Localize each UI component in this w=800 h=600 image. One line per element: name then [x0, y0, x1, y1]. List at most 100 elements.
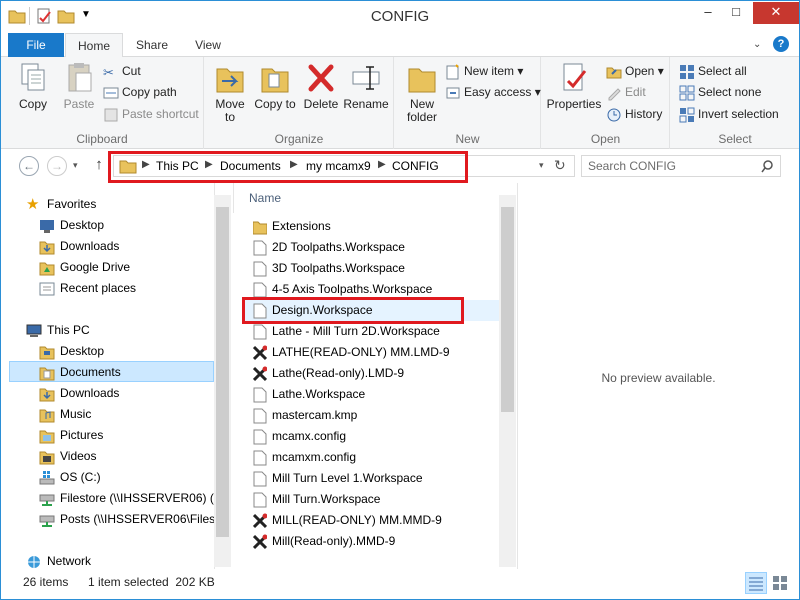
paste-shortcut-button[interactable]: Paste shortcut	[103, 105, 199, 125]
title-bar: ▼ CONFIG – □ ✕	[1, 1, 799, 32]
tab-share[interactable]: Share	[125, 33, 179, 57]
nav-fav-downloads[interactable]: Downloads	[1, 236, 215, 257]
nav-scrollbar-thumb[interactable]	[216, 207, 229, 537]
list-item[interactable]: mastercam.kmp	[245, 405, 499, 426]
invert-selection-icon	[679, 107, 695, 123]
list-item[interactable]: mcamx.config	[245, 426, 499, 447]
nav-fav-recent-places[interactable]: Recent places	[1, 278, 215, 299]
tab-view[interactable]: View	[182, 33, 234, 57]
maximize-button[interactable]: □	[723, 2, 749, 24]
history-button[interactable]: History	[606, 105, 662, 125]
file-name: mastercam.kmp	[272, 408, 358, 422]
copy-to-button[interactable]: Copy to	[253, 61, 297, 111]
file-name: Mill(Read-only).MMD-9	[272, 534, 396, 548]
refresh-icon[interactable]: ↻	[554, 157, 566, 174]
nav-fav-google-drive[interactable]: Google Drive	[1, 257, 215, 278]
list-item[interactable]: Lathe - Mill Turn 2D.Workspace	[245, 321, 499, 342]
nav-pc-downloads[interactable]: Downloads	[1, 383, 215, 404]
list-item[interactable]: 2D Toolpaths.Workspace	[245, 237, 499, 258]
paste-button[interactable]: Paste	[57, 61, 101, 111]
delete-button[interactable]: Delete	[301, 61, 341, 111]
back-arrow-icon[interactable]: ←	[19, 156, 39, 176]
list-item[interactable]: 3D Toolpaths.Workspace	[245, 258, 499, 279]
nav-pc-music[interactable]: Music	[1, 404, 215, 425]
properties-label: Properties	[546, 97, 602, 111]
address-dropdown-icon[interactable]: ▾	[539, 160, 544, 171]
open-button[interactable]: Open ▾	[606, 62, 664, 82]
close-button[interactable]: ✕	[753, 2, 799, 24]
select-all-button[interactable]: Select all	[679, 62, 747, 82]
open-title: Open	[590, 132, 621, 146]
recent-locations-icon[interactable]: ▾	[73, 160, 78, 171]
easy-access-button[interactable]: Easy access ▾	[445, 83, 541, 103]
network-icon	[28, 555, 40, 568]
list-item[interactable]: Lathe.Workspace	[245, 384, 499, 405]
list-item[interactable]: Extensions	[245, 216, 499, 237]
nav-pc-desktop[interactable]: Desktop	[1, 341, 215, 362]
nav-pc-videos[interactable]: Videos	[1, 446, 215, 467]
file-icon	[253, 429, 267, 445]
nav-pc-os-drive[interactable]: OS (C:)	[1, 467, 215, 488]
file-icon	[253, 387, 267, 403]
item-count: 26 items	[23, 575, 69, 589]
select-title: Select	[718, 132, 752, 146]
copy-button[interactable]: Copy	[11, 61, 55, 111]
list-item[interactable]: Lathe(Read-only).LMD-9	[245, 363, 499, 384]
file-icon	[253, 492, 267, 508]
file-name: Extensions	[272, 219, 331, 233]
new-item-icon	[446, 64, 459, 80]
new-item-button[interactable]: New item ▾	[445, 62, 523, 82]
details-view-icon[interactable]	[745, 572, 767, 594]
list-item[interactable]: MILL(READ-ONLY) MM.MMD-9	[245, 510, 499, 531]
nav-pc-pictures-label: Pictures	[60, 428, 104, 442]
select-none-label: Select none	[698, 85, 762, 99]
file-list-scrollbar-thumb[interactable]	[501, 207, 514, 412]
nav-pc-posts[interactable]: Posts (\\IHSSERVER06\Filestore)	[1, 509, 215, 530]
downloads-folder-icon	[39, 388, 55, 402]
nav-favorites[interactable]: ★ Favorites	[26, 194, 206, 215]
nav-pc-posts-label: Posts (\\IHSSERVER06\Filestore)	[60, 512, 215, 526]
invert-selection-button[interactable]: Invert selection	[679, 105, 779, 125]
cut-label: Cut	[122, 64, 141, 78]
edit-button[interactable]: Edit	[606, 83, 646, 103]
move-to-button[interactable]: Move to	[209, 61, 251, 124]
nav-pc-documents[interactable]: Documents	[9, 361, 214, 382]
list-item[interactable]: Mill Turn.Workspace	[245, 489, 499, 510]
list-item[interactable]: LATHE(READ-ONLY) MM.LMD-9	[245, 342, 499, 363]
select-none-button[interactable]: Select none	[679, 83, 761, 103]
search-input[interactable]: Search CONFIG	[588, 159, 676, 173]
list-item[interactable]: Mill(Read-only).MMD-9	[245, 531, 499, 552]
copy-label: Copy	[18, 97, 47, 111]
nav-pc-downloads-label: Downloads	[60, 386, 120, 400]
column-header-name[interactable]: Name	[249, 191, 281, 205]
forward-arrow-icon[interactable]: →	[47, 156, 67, 176]
list-item[interactable]: Mill Turn Level 1.Workspace	[245, 468, 499, 489]
nav-this-pc[interactable]: This PC	[26, 320, 206, 341]
properties-button[interactable]: Properties	[544, 61, 604, 111]
copy-path-button[interactable]: Copy path	[103, 83, 177, 103]
nav-fav-desktop[interactable]: Desktop	[1, 215, 215, 236]
tab-file[interactable]: File	[8, 33, 64, 57]
videos-folder-icon	[39, 451, 55, 465]
cut-button[interactable]: ✂ Cut	[103, 62, 141, 82]
nav-pc-filestore[interactable]: Filestore (\\IHSSERVER06) (I:)	[1, 488, 215, 509]
search-box[interactable]: Search CONFIG	[581, 155, 781, 177]
large-icons-view-icon[interactable]	[769, 572, 791, 594]
rename-button[interactable]: Rename	[343, 61, 389, 111]
status-bar: 26 items 1 item selected 202 KB	[1, 570, 799, 599]
rename-icon	[352, 66, 380, 90]
help-icon[interactable]: ?	[773, 36, 789, 52]
up-arrow-icon[interactable]: ↑	[89, 156, 109, 176]
no-preview-text: No preview available.	[601, 371, 716, 385]
chevron-down-icon[interactable]: ⌄	[753, 39, 761, 50]
delete-label: Delete	[303, 97, 339, 111]
minimize-button[interactable]: –	[695, 2, 721, 24]
tab-home[interactable]: Home	[65, 33, 123, 58]
new-folder-button[interactable]: New folder	[401, 61, 443, 124]
nav-network[interactable]: Network	[26, 551, 206, 572]
file-name: 4-5 Axis Toolpaths.Workspace	[272, 282, 433, 296]
file-name: MILL(READ-ONLY) MM.MMD-9	[272, 513, 442, 527]
list-item[interactable]: mcamxm.config	[245, 447, 499, 468]
column-divider[interactable]	[233, 183, 234, 213]
nav-pc-pictures[interactable]: Pictures	[1, 425, 215, 446]
